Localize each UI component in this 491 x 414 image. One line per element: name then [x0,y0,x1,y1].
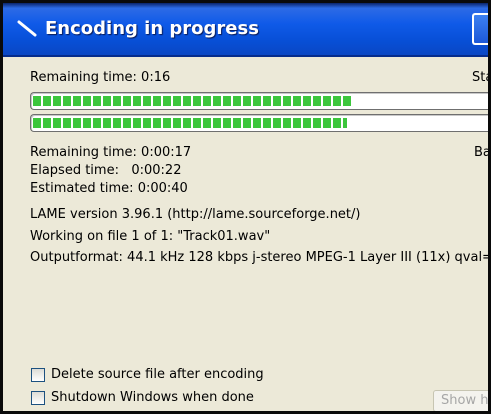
progress-fill-total [33,118,348,128]
remaining-time: Remaining time: 0:00:17 [30,145,192,160]
show-button[interactable]: Show h [433,390,488,411]
working-on-file: Working on file 1 of 1: "Track01.wav" [30,229,271,244]
top-remaining-time: Remaining time: 0:16 [30,70,171,85]
elapsed-time: Elapsed time: 0:00:22 [30,163,182,178]
encoding-window: Encoding in progress Remaining time: 0:1… [0,0,491,414]
estimated-time: Estimated time: 0:00:40 [30,181,188,196]
pencil-slash-icon [17,20,37,37]
delete-source-label[interactable]: Delete source file after encoding [51,367,264,382]
lame-version: LAME version 3.96.1 (http://lame.sourcef… [30,207,361,222]
progress-bar-total [30,114,488,132]
title-bar-button[interactable] [472,13,488,45]
window-title: Encoding in progress [45,18,259,39]
shutdown-checkbox[interactable] [31,391,45,405]
times-right-label: Ba [474,145,491,160]
window-content: Remaining time: 0:16 Sta Remaining time:… [3,57,488,411]
progress-fill-file [33,96,352,106]
shutdown-label[interactable]: Shutdown Windows when done [51,390,254,405]
title-bar[interactable]: Encoding in progress [3,3,488,57]
top-right-label: Sta [472,70,488,85]
progress-bar-file [30,92,488,110]
output-format: Outputformat: 44.1 kHz 128 kbps j-stereo… [30,250,491,265]
delete-source-checkbox[interactable] [31,368,45,382]
